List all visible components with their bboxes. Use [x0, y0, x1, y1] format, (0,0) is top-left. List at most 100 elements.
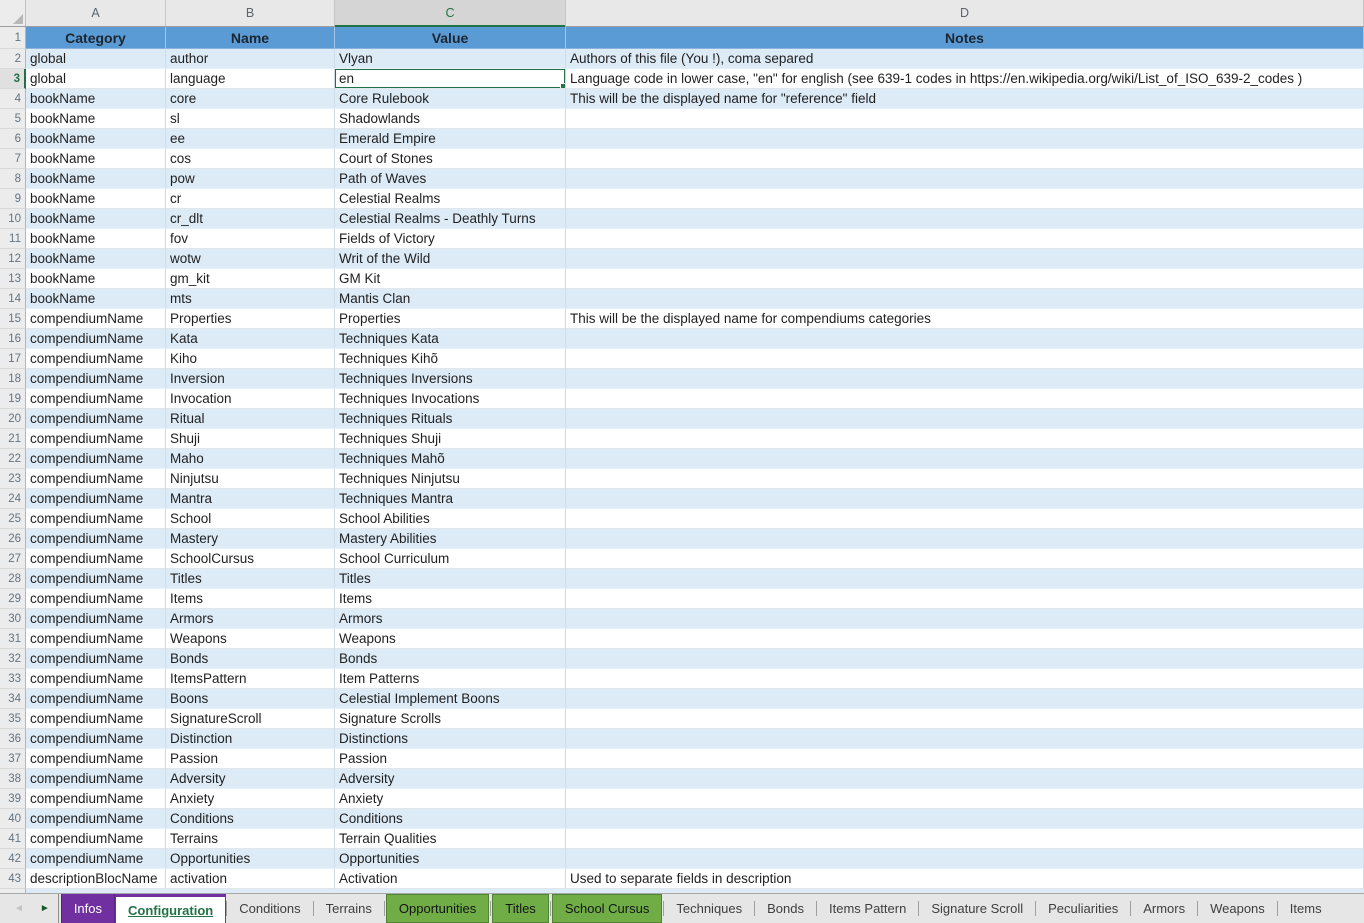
- table-cell[interactable]: [566, 729, 1364, 749]
- table-cell[interactable]: compendiumName: [26, 849, 166, 869]
- table-cell[interactable]: compendiumName: [26, 649, 166, 669]
- table-cell[interactable]: Bonds: [166, 649, 335, 669]
- table-cell[interactable]: compendiumName: [26, 389, 166, 409]
- sheet-tab-items[interactable]: Items: [1278, 894, 1334, 923]
- table-cell[interactable]: Techniques Mantra: [335, 489, 566, 509]
- row-number[interactable]: 43: [0, 869, 26, 889]
- table-cell[interactable]: compendiumName: [26, 469, 166, 489]
- row-number[interactable]: 42: [0, 849, 26, 869]
- row-number[interactable]: 6: [0, 129, 26, 149]
- table-cell[interactable]: Vlyan: [335, 49, 566, 69]
- selected-cell[interactable]: en: [335, 69, 566, 89]
- table-cell[interactable]: [566, 829, 1364, 849]
- row-number[interactable]: 27: [0, 549, 26, 569]
- table-cell[interactable]: [566, 789, 1364, 809]
- table-cell[interactable]: sl: [166, 109, 335, 129]
- table-cell[interactable]: Celestial Realms: [335, 189, 566, 209]
- table-cell[interactable]: Shuji: [166, 429, 335, 449]
- table-cell[interactable]: [566, 669, 1364, 689]
- header-cell-name[interactable]: Name: [166, 27, 335, 49]
- table-cell[interactable]: [566, 289, 1364, 309]
- table-cell[interactable]: Techniques Kihõ: [335, 349, 566, 369]
- table-cell[interactable]: Mastery: [166, 529, 335, 549]
- table-cell[interactable]: Kata: [166, 329, 335, 349]
- table-cell[interactable]: Techniques Rituals: [335, 409, 566, 429]
- table-cell[interactable]: bookName: [26, 209, 166, 229]
- table-cell[interactable]: Celestial Realms - Deathly Turns: [335, 209, 566, 229]
- table-cell[interactable]: Fields of Victory: [335, 229, 566, 249]
- row-number[interactable]: 12: [0, 249, 26, 269]
- row-number[interactable]: 41: [0, 829, 26, 849]
- table-cell[interactable]: [566, 849, 1364, 869]
- table-cell[interactable]: compendiumName: [26, 309, 166, 329]
- table-cell[interactable]: [566, 149, 1364, 169]
- table-cell[interactable]: compendiumName: [26, 829, 166, 849]
- table-cell[interactable]: [566, 369, 1364, 389]
- table-cell[interactable]: This will be the displayed name for "ref…: [566, 89, 1364, 109]
- table-cell[interactable]: [566, 229, 1364, 249]
- table-cell[interactable]: compendiumName: [26, 769, 166, 789]
- table-cell[interactable]: compendiumName: [26, 629, 166, 649]
- table-cell[interactable]: compendiumName: [26, 789, 166, 809]
- tab-scroll-left-icon[interactable]: ◄: [14, 904, 24, 914]
- row-number[interactable]: 37: [0, 749, 26, 769]
- table-cell[interactable]: [566, 349, 1364, 369]
- table-cell[interactable]: Terrains: [166, 829, 335, 849]
- column-header-D[interactable]: D: [566, 0, 1364, 26]
- table-cell[interactable]: compendiumName: [26, 449, 166, 469]
- table-cell[interactable]: [566, 809, 1364, 829]
- table-cell[interactable]: bookName: [26, 189, 166, 209]
- table-cell[interactable]: Terrain Qualities: [335, 829, 566, 849]
- table-cell[interactable]: [566, 429, 1364, 449]
- table-cell[interactable]: [566, 109, 1364, 129]
- table-cell[interactable]: Distinctions: [335, 729, 566, 749]
- table-cell[interactable]: compendiumName: [26, 509, 166, 529]
- row-number[interactable]: 39: [0, 789, 26, 809]
- table-cell[interactable]: fov: [166, 229, 335, 249]
- table-cell[interactable]: Passion: [166, 749, 335, 769]
- table-cell[interactable]: global: [26, 49, 166, 69]
- row-number[interactable]: 3: [0, 69, 26, 89]
- table-cell[interactable]: Titles: [335, 569, 566, 589]
- table-cell[interactable]: Anxiety: [335, 789, 566, 809]
- sheet-tab-items-pattern[interactable]: Items Pattern: [817, 894, 918, 923]
- sheet-tab-school-cursus[interactable]: School Cursus: [552, 894, 663, 923]
- table-cell[interactable]: compendiumName: [26, 529, 166, 549]
- table-cell[interactable]: [566, 129, 1364, 149]
- table-cell[interactable]: Item Patterns: [335, 669, 566, 689]
- table-cell[interactable]: ItemsPattern: [166, 669, 335, 689]
- table-cell[interactable]: [566, 209, 1364, 229]
- table-cell[interactable]: [566, 629, 1364, 649]
- table-cell[interactable]: Passion: [335, 749, 566, 769]
- table-cell[interactable]: Boons: [166, 689, 335, 709]
- sheet-tab-weapons[interactable]: Weapons: [1198, 894, 1277, 923]
- table-cell[interactable]: Armors: [335, 609, 566, 629]
- table-cell[interactable]: Signature Scrolls: [335, 709, 566, 729]
- row-number[interactable]: 7: [0, 149, 26, 169]
- table-cell[interactable]: compendiumName: [26, 329, 166, 349]
- table-cell[interactable]: core: [166, 89, 335, 109]
- table-cell[interactable]: Used to separate fields in description: [566, 869, 1364, 889]
- table-cell[interactable]: Maho: [166, 449, 335, 469]
- table-cell[interactable]: Shadowlands: [335, 109, 566, 129]
- table-cell[interactable]: School Curriculum: [335, 549, 566, 569]
- row-number[interactable]: 24: [0, 489, 26, 509]
- table-cell[interactable]: Opportunities: [335, 849, 566, 869]
- table-cell[interactable]: compendiumName: [26, 409, 166, 429]
- table-cell[interactable]: [566, 169, 1364, 189]
- sheet-tab-signature-scroll[interactable]: Signature Scroll: [919, 894, 1035, 923]
- table-cell[interactable]: SignatureScroll: [166, 709, 335, 729]
- table-cell[interactable]: global: [26, 69, 166, 89]
- row-number[interactable]: 29: [0, 589, 26, 609]
- table-cell[interactable]: gm_kit: [166, 269, 335, 289]
- header-cell-notes[interactable]: Notes: [566, 27, 1364, 49]
- select-all-button[interactable]: [0, 0, 26, 26]
- table-cell[interactable]: Authors of this file (You !), coma separ…: [566, 49, 1364, 69]
- column-header-A[interactable]: A: [26, 0, 166, 26]
- row-number[interactable]: 34: [0, 689, 26, 709]
- table-cell[interactable]: activation: [166, 869, 335, 889]
- table-cell[interactable]: mts: [166, 289, 335, 309]
- row-number[interactable]: 30: [0, 609, 26, 629]
- table-cell[interactable]: [566, 769, 1364, 789]
- row-number[interactable]: 17: [0, 349, 26, 369]
